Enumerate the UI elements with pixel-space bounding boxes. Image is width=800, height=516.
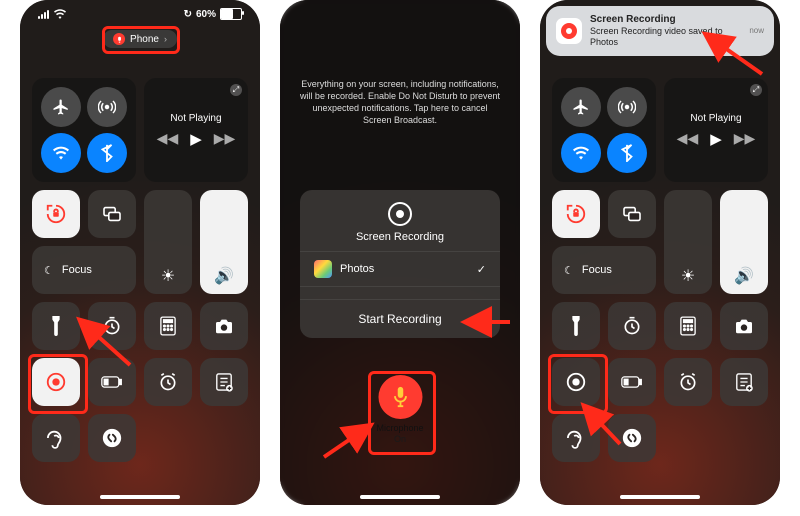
mic-state: On bbox=[394, 434, 406, 444]
screen-mirroring-tile[interactable] bbox=[608, 190, 656, 238]
home-indicator[interactable] bbox=[100, 495, 180, 499]
wifi-status-icon bbox=[54, 9, 66, 19]
focus-label: Focus bbox=[582, 264, 612, 276]
volume-slider[interactable]: 🔊 bbox=[200, 190, 248, 294]
start-recording-button[interactable]: Start Recording bbox=[300, 299, 500, 338]
screen-mirroring-tile[interactable] bbox=[88, 190, 136, 238]
broadcast-warning-text[interactable]: Everything on your screen, including not… bbox=[298, 78, 502, 127]
camera-tile[interactable] bbox=[720, 302, 768, 350]
volume-icon: 🔊 bbox=[734, 266, 754, 286]
hearing-tile[interactable] bbox=[552, 414, 600, 462]
notes-tile[interactable] bbox=[720, 358, 768, 406]
play-icon[interactable]: ▶ bbox=[190, 130, 202, 148]
media-status-label: Not Playing bbox=[690, 113, 741, 124]
screen-record-tile[interactable] bbox=[552, 358, 600, 406]
screenshot-panel-1: ↻ 60% Phone › ⤢ Not Playing bbox=[20, 0, 260, 505]
flashlight-tile[interactable] bbox=[552, 302, 600, 350]
wifi-toggle[interactable] bbox=[41, 133, 81, 173]
focus-tile[interactable]: ☾ Focus bbox=[32, 246, 136, 294]
connectivity-group[interactable] bbox=[552, 78, 656, 182]
hearing-tile[interactable] bbox=[32, 414, 80, 462]
screenshot-panel-3: Screen Recording Screen Recording video … bbox=[540, 0, 780, 505]
spacer-row bbox=[300, 286, 500, 299]
orientation-lock-status-icon: ↻ bbox=[184, 9, 192, 20]
screenshot-panel-2: Everything on your screen, including not… bbox=[280, 0, 520, 505]
checkmark-icon: ✓ bbox=[477, 263, 486, 276]
timer-tile[interactable] bbox=[608, 302, 656, 350]
destination-label: Photos bbox=[340, 263, 374, 275]
screen-recording-app-icon bbox=[556, 18, 582, 44]
brightness-icon: ☀ bbox=[161, 266, 175, 286]
destination-row[interactable]: Photos ✓ bbox=[300, 251, 500, 286]
orientation-lock-tile[interactable] bbox=[32, 190, 80, 238]
notification-banner[interactable]: Screen Recording Screen Recording video … bbox=[546, 6, 774, 56]
brightness-icon: ☀ bbox=[681, 266, 695, 286]
media-controls[interactable]: ⤢ Not Playing ◀◀ ▶ ▶▶ bbox=[664, 78, 768, 182]
mic-label: Microphone bbox=[376, 423, 423, 433]
pill-label: Phone bbox=[130, 34, 159, 45]
card-title: Screen Recording bbox=[356, 231, 444, 243]
home-indicator[interactable] bbox=[360, 495, 440, 499]
record-ring-icon bbox=[388, 202, 412, 226]
control-center-grid: ⤢ Not Playing ◀◀ ▶ ▶▶ ☀ 🔊 ☾ Focus bbox=[552, 78, 768, 462]
notes-tile[interactable] bbox=[200, 358, 248, 406]
bluetooth-toggle[interactable] bbox=[607, 133, 647, 173]
focus-label: Focus bbox=[62, 264, 92, 276]
control-center-grid: ⤢ Not Playing ◀◀ ▶ ▶▶ ☀ 🔊 ☾ Focus bbox=[32, 78, 248, 462]
photos-app-icon bbox=[314, 260, 332, 278]
flashlight-tile[interactable] bbox=[32, 302, 80, 350]
calculator-tile[interactable] bbox=[664, 302, 712, 350]
banner-subtitle: Screen Recording video saved to Photos bbox=[590, 26, 723, 47]
orientation-lock-tile[interactable] bbox=[552, 190, 600, 238]
connectivity-group[interactable] bbox=[32, 78, 136, 182]
camera-tile[interactable] bbox=[200, 302, 248, 350]
volume-icon: 🔊 bbox=[214, 266, 234, 286]
battery-icon bbox=[220, 8, 242, 20]
microphone-icon bbox=[378, 375, 422, 419]
next-track-icon[interactable]: ▶▶ bbox=[734, 130, 756, 148]
battery-percent: 60% bbox=[196, 9, 216, 20]
banner-timestamp: now bbox=[749, 26, 764, 35]
shazam-tile[interactable] bbox=[88, 414, 136, 462]
airplane-toggle[interactable] bbox=[561, 87, 601, 127]
low-power-tile[interactable] bbox=[88, 358, 136, 406]
audio-source-pill[interactable]: Phone › bbox=[103, 30, 177, 48]
screen-recording-card: Screen Recording Photos ✓ Start Recordin… bbox=[300, 190, 500, 338]
cell-signal-icon bbox=[38, 10, 49, 19]
airdrop-toggle[interactable] bbox=[607, 87, 647, 127]
alarm-tile[interactable] bbox=[144, 358, 192, 406]
next-track-icon[interactable]: ▶▶ bbox=[214, 130, 236, 148]
expand-icon[interactable]: ⤢ bbox=[750, 84, 762, 96]
airplane-toggle[interactable] bbox=[41, 87, 81, 127]
moon-icon: ☾ bbox=[564, 264, 574, 277]
alarm-tile[interactable] bbox=[664, 358, 712, 406]
shazam-tile[interactable] bbox=[608, 414, 656, 462]
screen-record-tile[interactable] bbox=[32, 358, 80, 406]
timer-tile[interactable] bbox=[88, 302, 136, 350]
play-icon[interactable]: ▶ bbox=[710, 130, 722, 148]
media-status-label: Not Playing bbox=[170, 113, 221, 124]
calculator-tile[interactable] bbox=[144, 302, 192, 350]
prev-track-icon[interactable]: ◀◀ bbox=[157, 130, 179, 148]
chevron-right-icon: › bbox=[164, 34, 167, 44]
expand-icon[interactable]: ⤢ bbox=[230, 84, 242, 96]
brightness-slider[interactable]: ☀ bbox=[144, 190, 192, 294]
prev-track-icon[interactable]: ◀◀ bbox=[677, 130, 699, 148]
status-bar: ↻ 60% bbox=[20, 8, 260, 20]
home-indicator[interactable] bbox=[620, 495, 700, 499]
volume-slider[interactable]: 🔊 bbox=[720, 190, 768, 294]
start-label: Start Recording bbox=[358, 312, 441, 326]
focus-tile[interactable]: ☾ Focus bbox=[552, 246, 656, 294]
low-power-tile[interactable] bbox=[608, 358, 656, 406]
moon-icon: ☾ bbox=[44, 264, 54, 277]
brightness-slider[interactable]: ☀ bbox=[664, 190, 712, 294]
bluetooth-toggle[interactable] bbox=[87, 133, 127, 173]
record-dot-icon bbox=[113, 33, 125, 45]
wifi-toggle[interactable] bbox=[561, 133, 601, 173]
airdrop-toggle[interactable] bbox=[87, 87, 127, 127]
banner-title: Screen Recording bbox=[590, 14, 741, 26]
media-controls[interactable]: ⤢ Not Playing ◀◀ ▶ ▶▶ bbox=[144, 78, 248, 182]
microphone-toggle[interactable]: Microphone On bbox=[376, 375, 423, 445]
